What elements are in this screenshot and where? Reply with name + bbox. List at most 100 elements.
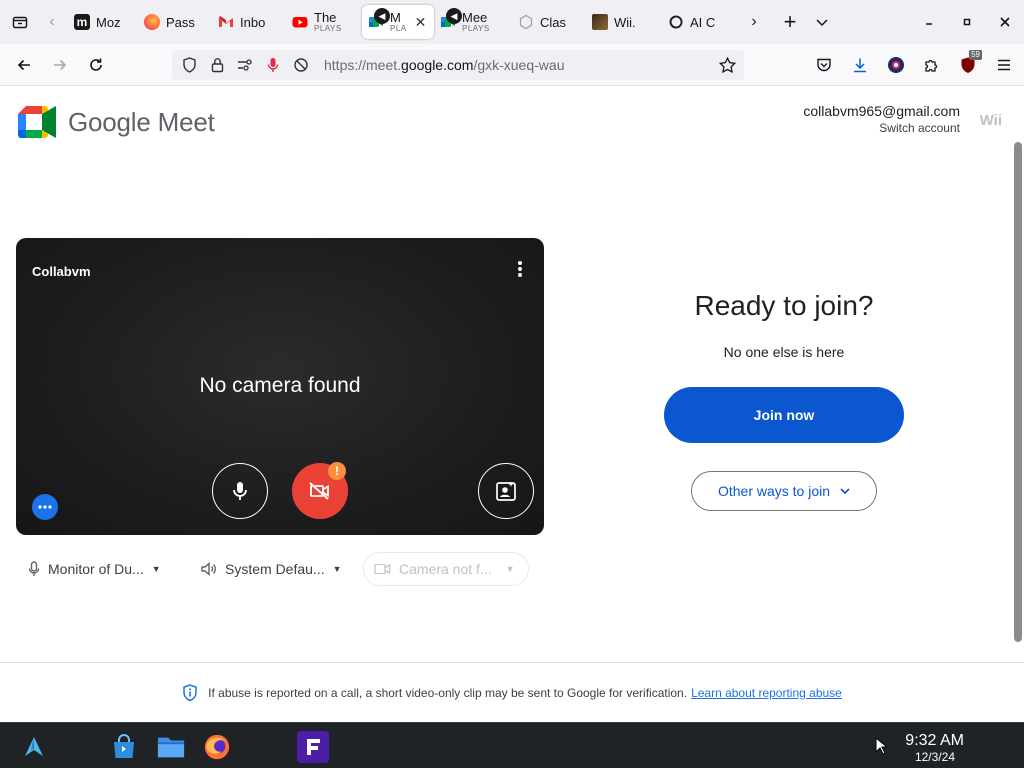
tab-title: Wii. [614, 15, 636, 29]
tab-meet[interactable]: ◀ Mee PLAYS [434, 5, 512, 39]
microphone-select[interactable]: Monitor of Du... ▼ [18, 552, 171, 586]
list-all-tabs-icon[interactable] [806, 6, 838, 38]
camera-select[interactable]: Camera not f... ▼ [363, 552, 529, 586]
tab-audio-playing-icon[interactable]: ◀ [374, 8, 390, 24]
account-info: collabvm965@gmail.com Switch account [803, 103, 960, 135]
visual-effects-icon [496, 481, 516, 501]
clock-time[interactable]: 9:32 AM [905, 732, 964, 750]
close-window-icon[interactable] [986, 0, 1024, 44]
video-camera-icon [374, 563, 391, 575]
tab-audio-playing-icon[interactable]: ◀ [446, 8, 462, 24]
tracking-protection-shield-icon[interactable] [180, 56, 198, 74]
tab-playing-label: PLA [390, 24, 407, 33]
scroll-tabs-left-icon[interactable]: ‹ [36, 6, 68, 38]
app-f-launcher-icon[interactable] [297, 731, 329, 763]
os-taskbar: 9:32 AM 12/3/24 [0, 722, 1024, 768]
ublock-count-badge: 59 [969, 50, 982, 60]
tab-strip: ‹ m Moz Pass Inbo The PLAYS ◀ M PLA ✕ ◀ … [0, 0, 1024, 44]
caret-down-icon: ▼ [332, 564, 342, 574]
abuse-notice-text: If abuse is reported on a call, a short … [208, 685, 842, 700]
pocket-icon[interactable] [808, 49, 840, 81]
page-scrollbar[interactable] [1014, 142, 1022, 642]
camera-warning-badge: ! [328, 462, 346, 480]
forward-icon[interactable] [42, 49, 78, 81]
tab-title: Mee [462, 11, 488, 24]
tab-title: Inbo [240, 15, 266, 29]
microphone-in-use-icon[interactable] [264, 56, 282, 74]
google-meet-logo[interactable]: Google Meet [18, 106, 215, 138]
caret-down-icon: ▼ [151, 564, 161, 574]
lock-icon[interactable] [208, 56, 226, 74]
url-bar[interactable]: https://meet.google.com/gxk-xueq-wau [172, 50, 744, 80]
join-now-button[interactable]: Join now [664, 387, 904, 443]
new-tab-icon[interactable]: + [774, 6, 806, 38]
account-avatar-icon[interactable] [880, 49, 912, 81]
tab-title: Moz [96, 15, 121, 29]
switch-account-link[interactable]: Switch account [803, 121, 960, 135]
menu-hamburger-icon[interactable] [988, 49, 1020, 81]
ublock-origin-icon[interactable]: 59 [952, 49, 984, 81]
scroll-tabs-right-icon[interactable]: › [738, 6, 770, 38]
speaker-select-label: System Defau... [225, 561, 325, 577]
navigation-toolbar: https://meet.google.com/gxk-xueq-wau 59 [0, 44, 1024, 86]
maximize-window-icon[interactable] [948, 0, 986, 44]
visual-effects-button[interactable] [478, 463, 534, 519]
tab-wii-image[interactable]: Wii. [586, 5, 662, 39]
tab-playing-label: PLAYS [314, 24, 342, 33]
start-menu-icon[interactable] [20, 733, 48, 761]
mouse-cursor-icon [875, 737, 887, 755]
url-text[interactable]: https://meet.google.com/gxk-xueq-wau [324, 57, 564, 73]
chevron-down-icon [840, 487, 850, 494]
wii-image-icon [592, 14, 608, 30]
participants-status: No one else is here [723, 344, 845, 360]
tab-gmail-inbox[interactable]: Inbo [212, 5, 286, 39]
back-icon[interactable] [6, 49, 42, 81]
camera-blocked-icon[interactable] [292, 56, 310, 74]
close-tab-icon[interactable]: ✕ [415, 14, 427, 31]
join-panel: Ready to join? No one else is here Join … [648, 290, 920, 511]
tab-meet-active[interactable]: ◀ M PLA ✕ [362, 5, 434, 39]
tab-title: Clas [540, 15, 567, 29]
video-preview: Collabvm No camera found ! [16, 238, 544, 535]
firefox-view-icon[interactable] [4, 6, 36, 38]
downloads-icon[interactable] [844, 49, 876, 81]
toolbar-extensions: 59 [808, 49, 1020, 81]
classroom-icon [518, 14, 534, 30]
tab-ai-chat[interactable]: AI C [662, 5, 734, 39]
firefox-icon [144, 14, 160, 30]
site-permissions-icon[interactable] [236, 56, 254, 74]
abuse-notice-bar: If abuse is reported on a call, a short … [0, 662, 1024, 722]
other-ways-to-join-button[interactable]: Other ways to join [691, 471, 877, 511]
camera-off-icon [309, 482, 329, 500]
other-ways-label: Other ways to join [717, 483, 831, 499]
microphone-toggle-button[interactable] [212, 463, 268, 519]
minimize-window-icon[interactable] [910, 0, 948, 44]
speaker-select[interactable]: System Defau... ▼ [191, 552, 352, 586]
tab-youtube[interactable]: The PLAYS [286, 5, 362, 39]
meet-header: Google Meet collabvm965@gmail.com Switch… [0, 86, 1014, 156]
tab-classroom[interactable]: Clas [512, 5, 586, 39]
tab-title: Pass [166, 15, 195, 29]
clock-date[interactable]: 12/3/24 [915, 750, 955, 764]
account-avatar[interactable]: Wii [980, 112, 1002, 129]
store-icon[interactable] [110, 733, 138, 761]
tab-passwords[interactable]: Pass [138, 5, 212, 39]
reload-icon[interactable] [78, 49, 114, 81]
learn-about-reporting-abuse-link[interactable]: Learn about reporting abuse [691, 686, 842, 700]
extensions-puzzle-icon[interactable] [916, 49, 948, 81]
mozilla-m-icon: m [74, 14, 90, 30]
account-email: collabvm965@gmail.com [803, 103, 960, 119]
more-options-icon[interactable] [514, 260, 526, 278]
shield-info-icon [183, 683, 197, 701]
caret-down-icon: ▼ [505, 564, 515, 574]
openai-icon [668, 14, 684, 30]
more-actions-icon[interactable] [32, 494, 58, 520]
tab-mozilla[interactable]: m Moz [68, 5, 138, 39]
firefox-taskbar-icon[interactable] [203, 733, 231, 761]
meet-logo-icon [18, 106, 56, 138]
tab-title: M [390, 11, 401, 24]
self-name-label: Collabvm [32, 264, 91, 279]
file-manager-icon[interactable] [157, 733, 185, 761]
gmail-icon [218, 14, 234, 30]
bookmark-star-icon[interactable] [718, 56, 736, 74]
